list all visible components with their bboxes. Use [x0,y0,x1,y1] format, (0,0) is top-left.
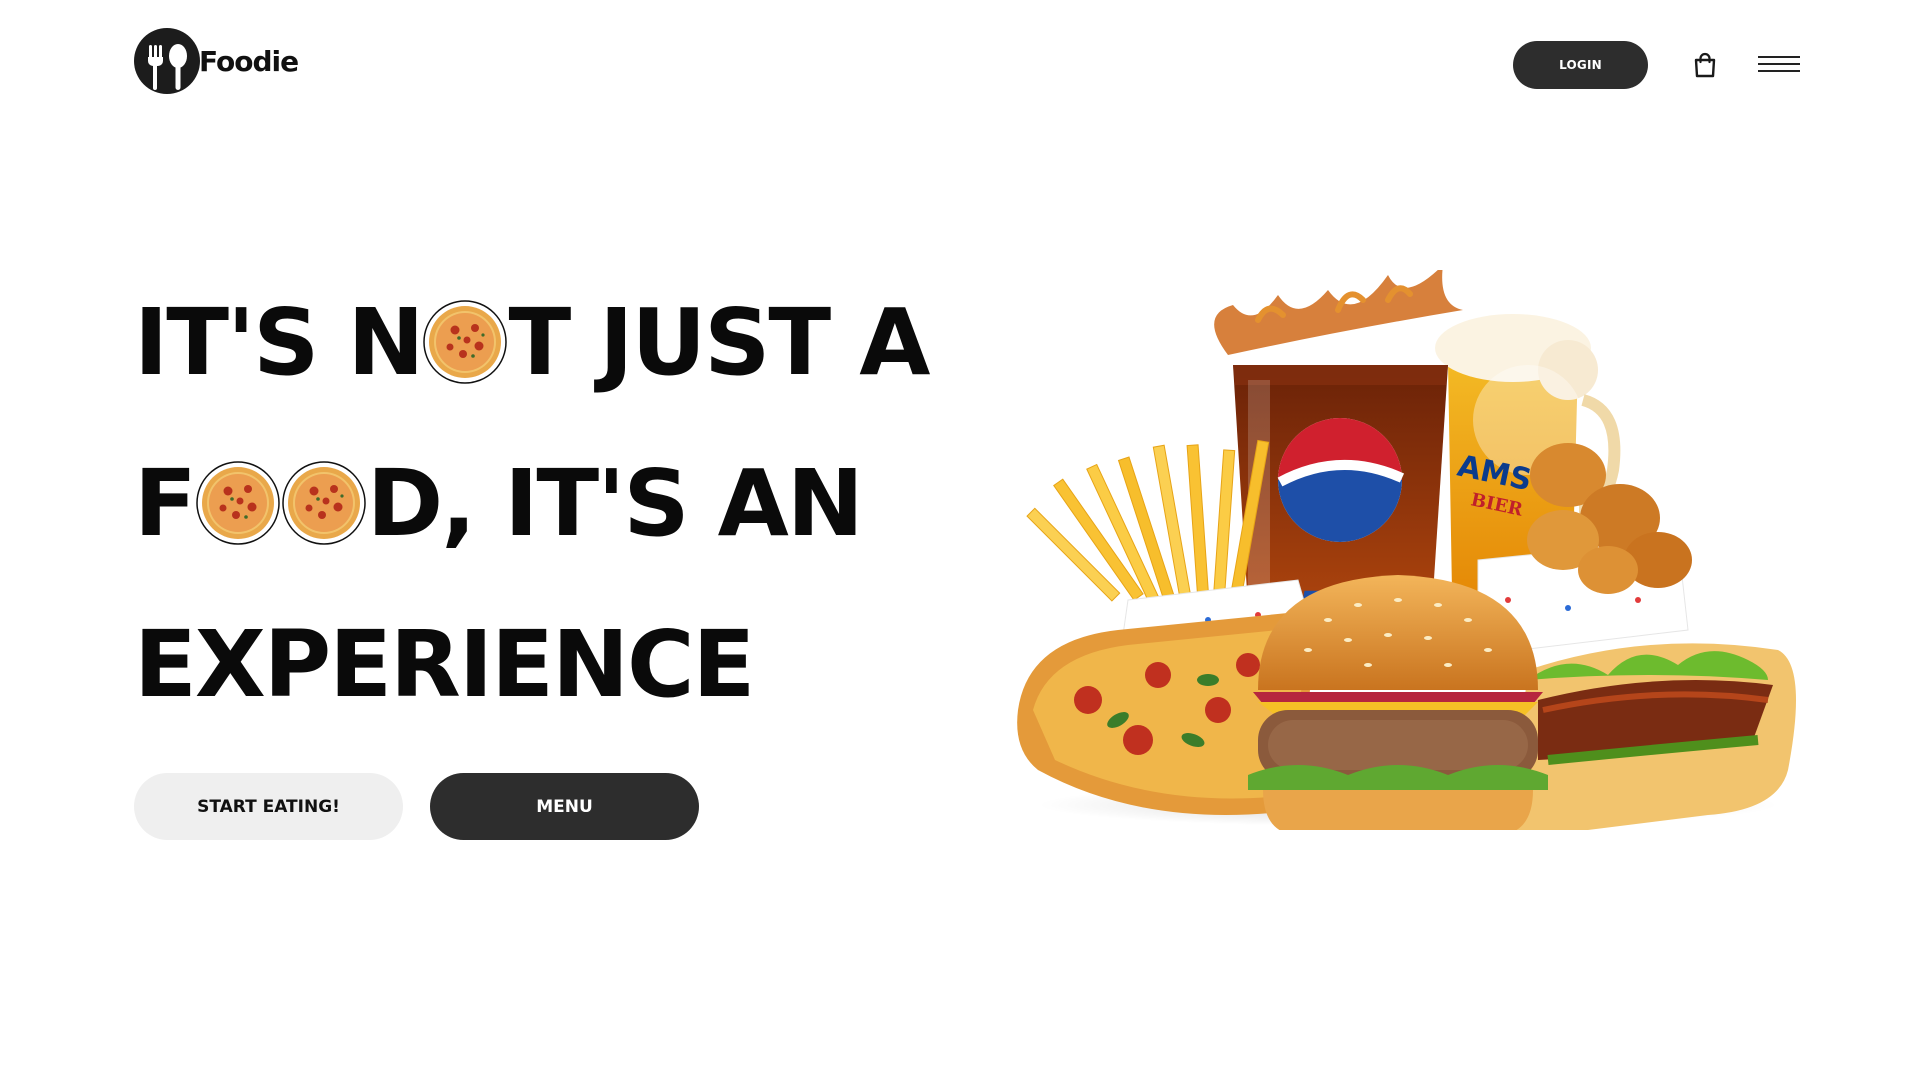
food-combo-image: AMSTE BIER EPSI [1017,270,1796,830]
pizza-icon [423,300,508,384]
headline-line-2: F D, IT'S AN [134,423,928,584]
hero-headline: IT'S N T JUST A F D, IT'S AN EXPERIENCE [134,262,930,745]
headline-text: D, IT'S AN [366,450,864,557]
headline-text: F [134,450,197,557]
hamburger-line [1758,70,1800,72]
headline-line-1: IT'S N T JUST A [134,262,930,423]
fork-spoon-icon [134,28,200,94]
headline-text: EXPERIENCE [134,611,755,718]
pizza-icon [196,461,280,545]
landing-page: Foodie LOGIN IT'S N T JUST A F D, IT'S AN … [0,0,1920,1080]
brand-logo[interactable]: Foodie [134,28,299,94]
headline-text: T JUST A [508,289,930,396]
headline-line-3: EXPERIENCE [134,584,928,745]
hamburger-line [1758,63,1800,65]
hot-dog [1509,643,1796,830]
login-button[interactable]: LOGIN [1513,41,1648,89]
brand-name: Foodie [199,44,299,78]
hamburger-menu-icon[interactable] [1758,56,1800,74]
pizza-icon [282,461,366,545]
headline-text: IT'S N [134,289,424,396]
menu-button[interactable]: MENU [430,773,699,840]
burger [1248,575,1548,830]
start-eating-button[interactable]: START EATING! [134,773,403,840]
shopping-bag-icon[interactable] [1692,52,1718,78]
hamburger-line [1758,56,1800,58]
